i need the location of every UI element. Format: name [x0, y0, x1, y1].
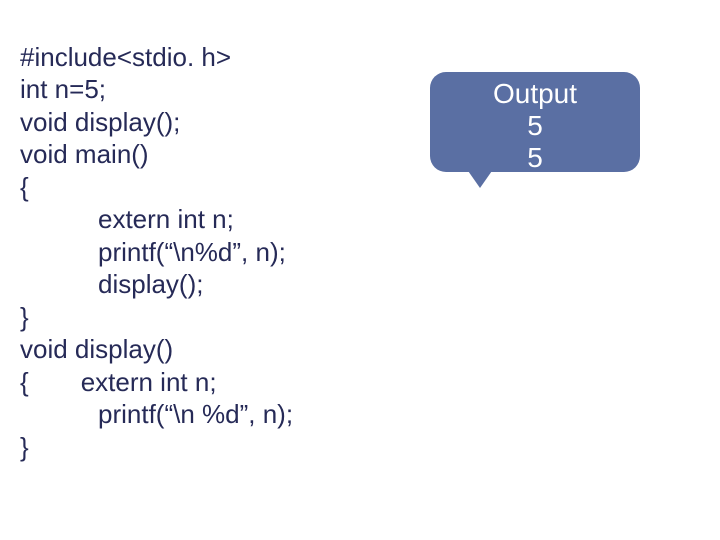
code-line: void main()	[20, 139, 149, 169]
code-line: void display()	[20, 334, 173, 364]
slide: #include<stdio. h> int n=5; void display…	[0, 0, 720, 540]
output-callout: Output 5 5	[430, 72, 640, 172]
code-block: #include<stdio. h> int n=5; void display…	[20, 8, 293, 496]
code-line: extern int n;	[81, 367, 217, 397]
code-line: }	[20, 302, 29, 332]
output-title: Output	[430, 78, 640, 110]
code-line: printf(“\n %d”, n);	[98, 399, 293, 429]
callout-tail-icon	[466, 168, 494, 188]
code-line: int n=5;	[20, 74, 106, 104]
code-line: }	[20, 432, 29, 462]
code-line: #include<stdio. h>	[20, 42, 231, 72]
code-line: {	[20, 367, 29, 397]
output-line: 5	[430, 110, 640, 142]
code-line: {	[20, 172, 29, 202]
code-line: void display();	[20, 107, 180, 137]
output-line: 5	[430, 142, 640, 174]
code-line: extern int n;	[98, 204, 234, 234]
code-line: display();	[98, 269, 203, 299]
code-line: printf(“\n%d”, n);	[98, 237, 286, 267]
